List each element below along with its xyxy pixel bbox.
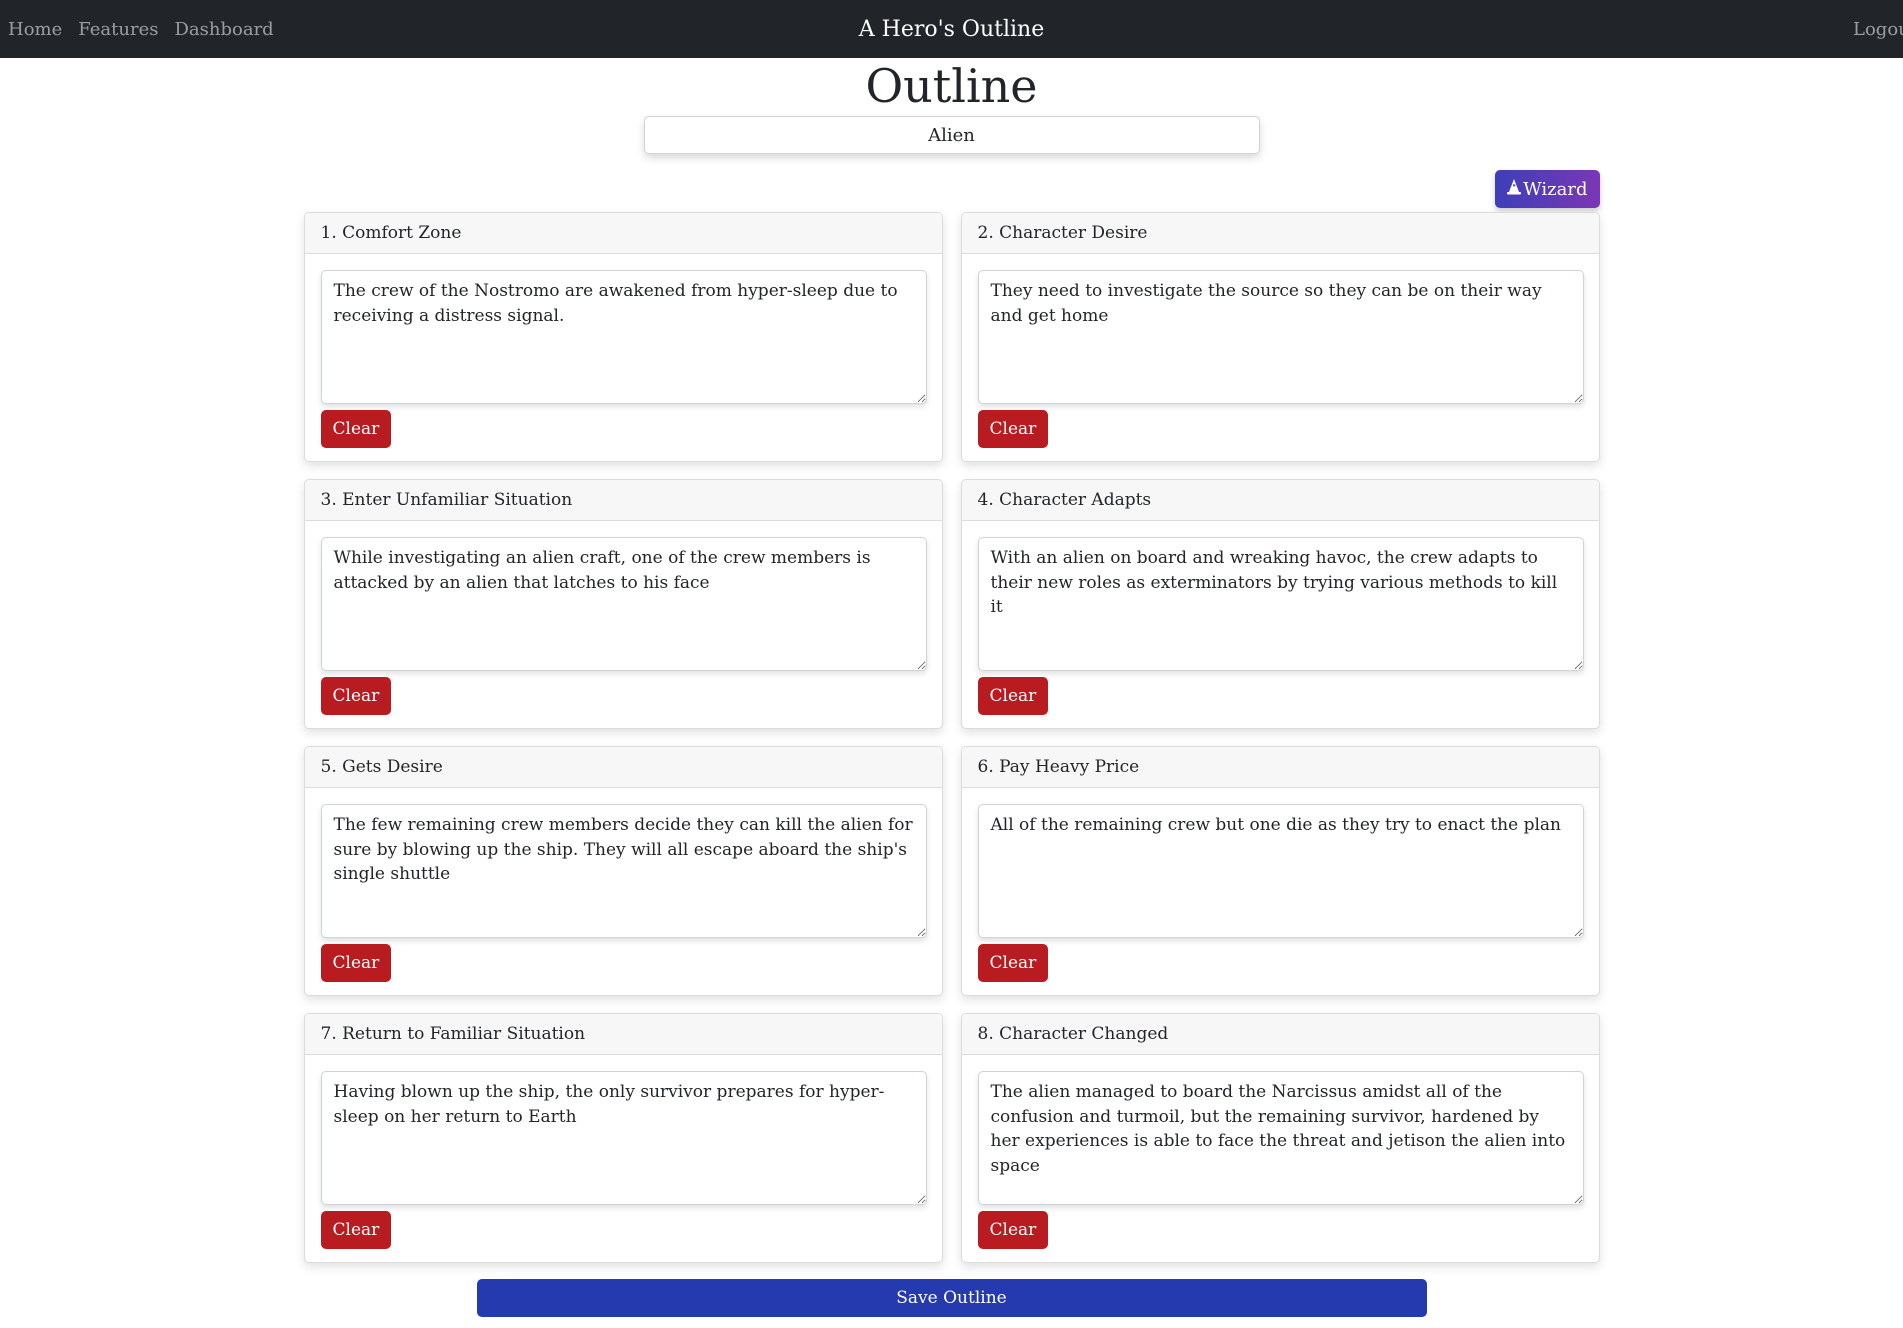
clear-button[interactable]: Clear xyxy=(977,1211,1049,1249)
wizard-label: Wizard xyxy=(1523,178,1588,200)
outline-textarea[interactable]: The few remaining crew members decide th… xyxy=(320,804,927,938)
nav-link-features[interactable]: Features xyxy=(78,19,158,40)
outline-textarea[interactable]: All of the remaining crew but one die as… xyxy=(977,804,1584,938)
outline-textarea[interactable]: The alien managed to board the Narcissus… xyxy=(977,1071,1584,1205)
card-header: 4. Character Adapts xyxy=(961,480,1599,521)
clear-button[interactable]: Clear xyxy=(977,677,1049,715)
card-body: All of the remaining crew but one die as… xyxy=(962,788,1599,982)
outline-textarea[interactable]: Having blown up the ship, the only survi… xyxy=(320,1071,927,1205)
outline-textarea[interactable]: They need to investigate the source so t… xyxy=(977,270,1584,404)
wizard-button[interactable]: Wizard xyxy=(1495,170,1600,208)
card-body: The few remaining crew members decide th… xyxy=(305,788,942,982)
wizard-row: Wizard xyxy=(304,170,1600,208)
outline-card: 1. Comfort Zone The crew of the Nostromo… xyxy=(303,212,943,462)
card-header: 7. Return to Familiar Situation xyxy=(304,1014,942,1055)
card-body: Having blown up the ship, the only survi… xyxy=(305,1055,942,1249)
page-title: Outline xyxy=(865,59,1038,113)
clear-button[interactable]: Clear xyxy=(977,944,1049,982)
logout-link[interactable]: Logou xyxy=(1853,19,1903,40)
story-title-wrap xyxy=(0,116,1903,154)
card-header: 1. Comfort Zone xyxy=(304,213,942,254)
outline-textarea[interactable]: While investigating an alien craft, one … xyxy=(320,537,927,671)
nav-links: Home Features Dashboard xyxy=(0,19,274,40)
nav-link-home[interactable]: Home xyxy=(8,19,62,40)
outline-card: 6. Pay Heavy Price All of the remaining … xyxy=(960,746,1600,996)
nav-right: Logou xyxy=(1853,0,1903,58)
outline-textarea[interactable]: With an alien on board and wreaking havo… xyxy=(977,537,1584,671)
top-navbar: Home Features Dashboard A Hero's Outline… xyxy=(0,0,1903,58)
card-body: While investigating an alien craft, one … xyxy=(305,521,942,715)
outline-card: 8. Character Changed The alien managed t… xyxy=(960,1013,1600,1263)
outline-grid: 1. Comfort Zone The crew of the Nostromo… xyxy=(303,212,1600,1263)
card-header: 3. Enter Unfamiliar Situation xyxy=(304,480,942,521)
outline-card: 4. Character Adapts With an alien on boa… xyxy=(960,479,1600,729)
outline-card: 2. Character Desire They need to investi… xyxy=(960,212,1600,462)
save-outline-button[interactable]: Save Outline xyxy=(476,1279,1427,1317)
save-wrap: Save Outline xyxy=(0,1279,1903,1317)
card-header: 8. Character Changed xyxy=(961,1014,1599,1055)
brand-title[interactable]: A Hero's Outline xyxy=(859,17,1045,42)
card-header: 5. Gets Desire xyxy=(304,747,942,788)
clear-button[interactable]: Clear xyxy=(320,410,392,448)
clear-button[interactable]: Clear xyxy=(977,410,1049,448)
card-body: The crew of the Nostromo are awakened fr… xyxy=(305,254,942,448)
outline-card: 3. Enter Unfamiliar Situation While inve… xyxy=(303,479,943,729)
card-body: With an alien on board and wreaking havo… xyxy=(962,521,1599,715)
clear-button[interactable]: Clear xyxy=(320,944,392,982)
outline-card: 7. Return to Familiar Situation Having b… xyxy=(303,1013,943,1263)
card-body: They need to investigate the source so t… xyxy=(962,254,1599,448)
outline-card: 5. Gets Desire The few remaining crew me… xyxy=(303,746,943,996)
nav-link-dashboard[interactable]: Dashboard xyxy=(174,19,273,40)
clear-button[interactable]: Clear xyxy=(320,1211,392,1249)
card-body: The alien managed to board the Narcissus… xyxy=(962,1055,1599,1249)
outline-textarea[interactable]: The crew of the Nostromo are awakened fr… xyxy=(320,270,927,404)
clear-button[interactable]: Clear xyxy=(320,677,392,715)
card-header: 2. Character Desire xyxy=(961,213,1599,254)
brand-container: A Hero's Outline xyxy=(0,0,1903,58)
story-title-input[interactable] xyxy=(643,116,1260,154)
wizard-hat-icon xyxy=(1507,178,1522,200)
card-header: 6. Pay Heavy Price xyxy=(961,747,1599,788)
